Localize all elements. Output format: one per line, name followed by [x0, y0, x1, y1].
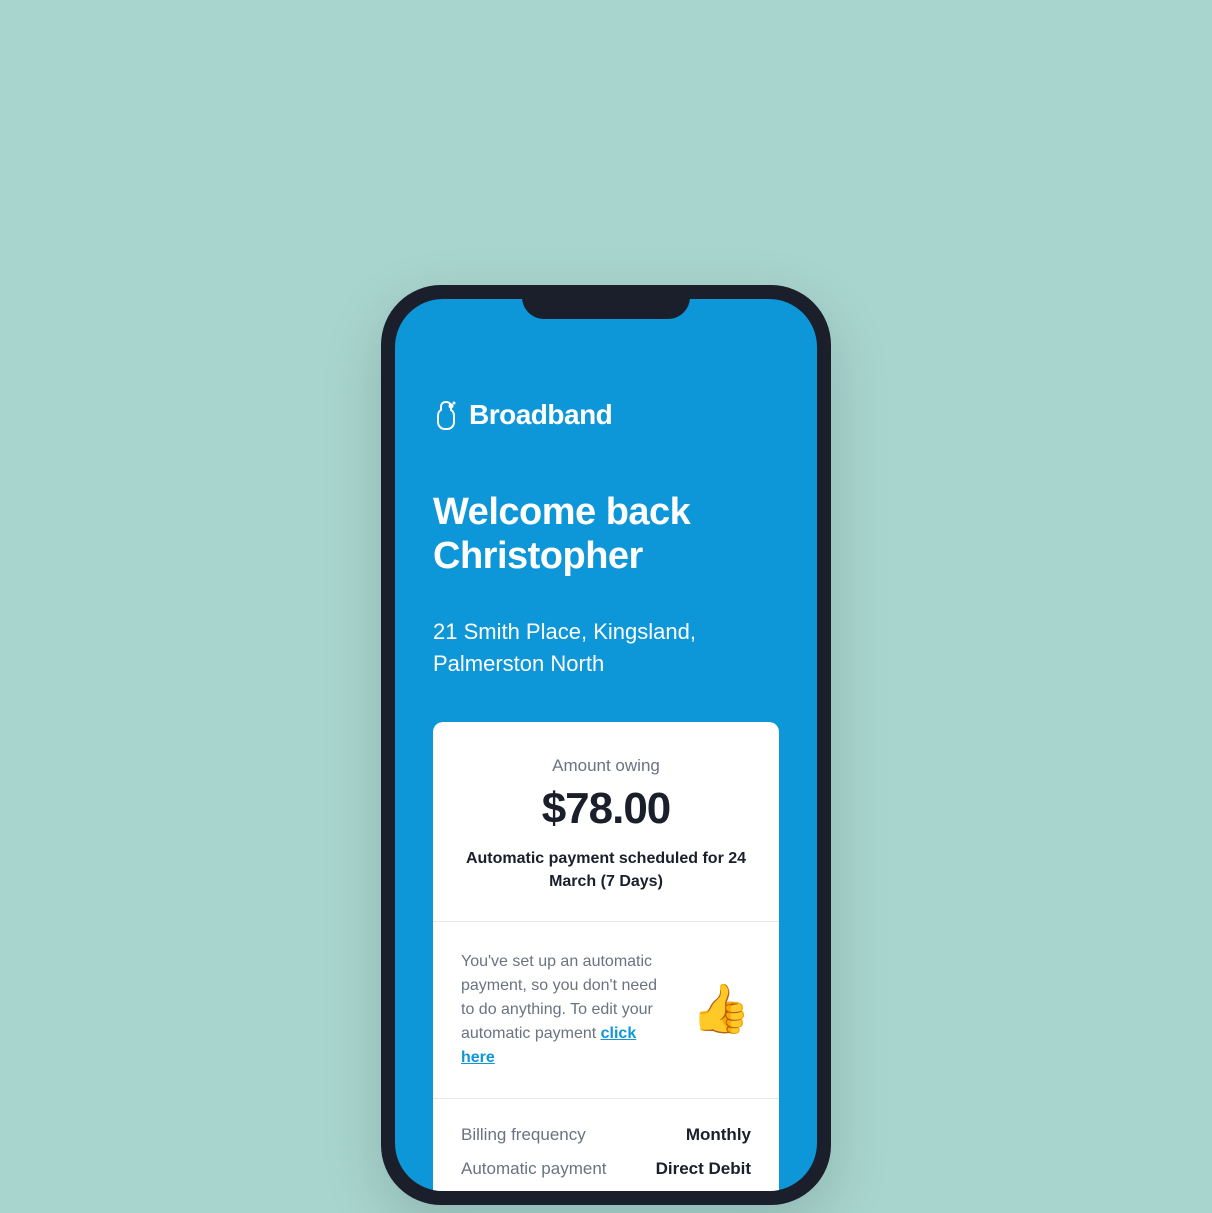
phone-notch: [522, 285, 690, 319]
automatic-payment-row: Automatic payment Direct Debit: [461, 1159, 751, 1179]
brand-logo-icon: [433, 400, 459, 430]
brand-name: Broadband: [469, 399, 612, 431]
address-line1: 21 Smith Place, Kingsland,: [433, 619, 696, 644]
welcome-title: Welcome back Christopher: [433, 491, 779, 578]
billing-frequency-row: Billing frequency Monthly: [461, 1125, 751, 1145]
billing-details-section: Billing frequency Monthly Automatic paym…: [433, 1099, 779, 1191]
amount-owing-label: Amount owing: [461, 756, 751, 776]
billing-frequency-value: Monthly: [686, 1125, 751, 1145]
brand-header: Broadband: [433, 399, 779, 431]
phone-screen: Broadband Welcome back Christopher 21 Sm…: [395, 299, 817, 1191]
amount-owing-section: Amount owing $78.00 Automatic payment sc…: [433, 722, 779, 922]
automatic-payment-value: Direct Debit: [656, 1159, 751, 1179]
welcome-line2: Christopher: [433, 535, 643, 577]
automatic-payment-label: Automatic payment: [461, 1159, 607, 1179]
account-card: Amount owing $78.00 Automatic payment sc…: [433, 722, 779, 1191]
amount-owing-value: $78.00: [461, 784, 751, 834]
auto-payment-message: You've set up an automatic payment, so y…: [461, 950, 673, 1070]
thumbs-up-icon: 👍: [691, 986, 751, 1034]
phone-frame: Broadband Welcome back Christopher 21 Sm…: [381, 285, 831, 1205]
auto-payment-message-section: You've set up an automatic payment, so y…: [433, 922, 779, 1099]
payment-schedule-text: Automatic payment scheduled for 24 March…: [461, 848, 751, 893]
address-line2: Palmerston North: [433, 651, 604, 676]
address-text: 21 Smith Place, Kingsland, Palmerston No…: [433, 616, 779, 680]
app-content: Broadband Welcome back Christopher 21 Sm…: [395, 299, 817, 1191]
billing-frequency-label: Billing frequency: [461, 1125, 586, 1145]
welcome-line1: Welcome back: [433, 491, 690, 533]
